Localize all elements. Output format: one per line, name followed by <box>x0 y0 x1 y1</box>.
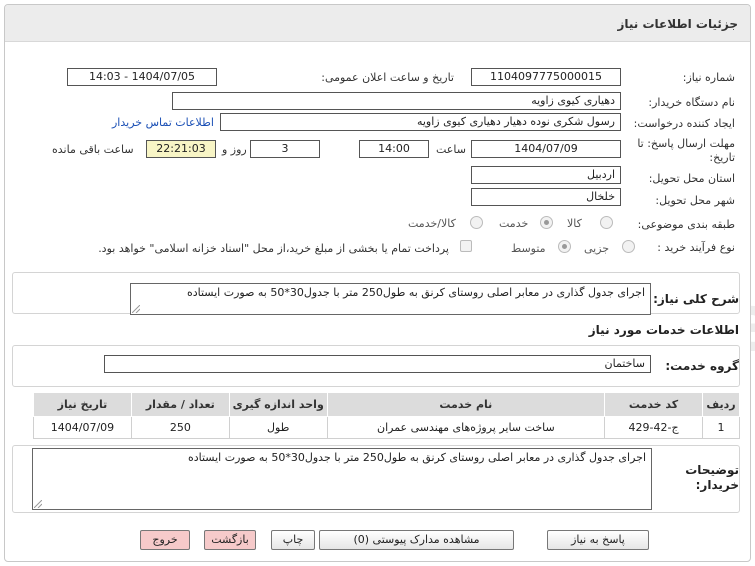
buyer-notes-label-2: خریدار: <box>695 478 739 492</box>
col-need-date: تاریخ نیاز <box>33 392 132 417</box>
col-unit: واحد اندازه گیری <box>228 392 328 417</box>
cell-row-number: 1 <box>701 416 741 439</box>
remaining-time-field: 22:21:03 <box>146 140 216 158</box>
print-button[interactable]: چاپ <box>271 530 315 550</box>
col-service-code: کد خدمت <box>604 392 703 417</box>
process-option-medium: متوسط <box>511 242 546 255</box>
summary-text: اجرای جدول گذاری در معابر اصلی روستای کر… <box>186 286 645 299</box>
creator-label: ایجاد کننده درخواست: <box>633 117 735 130</box>
creator-field: رسول شکری نوده دهیار دهیاری کیوی زاویه <box>220 113 621 131</box>
col-quantity: تعداد / مقدار <box>130 392 230 417</box>
resize-grip-icon[interactable] <box>34 500 42 508</box>
treasury-checkbox[interactable] <box>460 240 472 252</box>
process-label: نوع فرآیند خرید : <box>657 241 735 254</box>
services-heading: اطلاعات خدمات مورد نیاز <box>588 323 739 337</box>
service-group-field: ساختمان <box>104 355 651 373</box>
exit-button[interactable]: خروج <box>140 530 190 550</box>
category-option-goods-service: کالا/خدمت <box>408 217 456 230</box>
cell-unit: طول <box>228 416 328 439</box>
buyer-notes-label: توضیحات <box>685 463 739 477</box>
deadline-time-label: ساعت <box>436 143 466 156</box>
buyer-contact-link[interactable]: اطلاعات تماس خریدار <box>112 116 214 129</box>
buyer-notes-textarea: اجرای جدول گذاری در معابر اصلی روستای کر… <box>32 448 652 510</box>
province-field: اردبیل <box>471 166 621 184</box>
process-radio-minor[interactable] <box>622 240 635 253</box>
need-number-label: شماره نیاز: <box>682 71 735 84</box>
province-label: استان محل تحویل: <box>648 172 735 185</box>
remaining-time-label: ساعت باقی مانده <box>52 143 134 156</box>
announce-field: 1404/07/05 - 14:03 <box>67 68 217 86</box>
buyer-notes-text: اجرای جدول گذاری در معابر اصلی روستای کر… <box>187 451 646 464</box>
category-label: طبقه بندی موضوعی: <box>637 218 735 231</box>
cell-service-code: ج-42-429 <box>604 416 703 439</box>
service-group-label: گروه خدمت: <box>665 359 739 373</box>
city-label: شهر محل تحویل: <box>655 194 735 207</box>
deadline-date-field: 1404/07/09 <box>471 140 621 158</box>
reply-button[interactable]: پاسخ به نیاز <box>547 530 649 550</box>
category-radio-goods-service[interactable] <box>470 216 483 229</box>
col-row-number: ردیف <box>701 392 741 417</box>
announce-label: تاریخ و ساعت اعلان عمومی: <box>321 71 454 84</box>
cell-service-name: ساخت سایر پروژه‌های مهندسی عمران <box>326 416 606 439</box>
summary-textarea: اجرای جدول گذاری در معابر اصلی روستای کر… <box>130 283 651 315</box>
category-radio-service[interactable] <box>540 216 553 229</box>
process-radio-medium[interactable] <box>558 240 571 253</box>
city-field: خلخال <box>471 188 621 206</box>
table-header-row: تاریخ نیاز تعداد / مقدار واحد اندازه گیر… <box>33 392 741 417</box>
category-radio-goods[interactable] <box>600 216 613 229</box>
services-table: تاریخ نیاز تعداد / مقدار واحد اندازه گیر… <box>33 392 741 439</box>
deadline-date-label: تاریخ: <box>709 151 735 164</box>
col-service-name: نام خدمت <box>326 392 606 417</box>
table-row: 1404/07/09 250 طول ساخت سایر پروژه‌های م… <box>33 416 741 439</box>
process-option-minor: جزیی <box>584 242 610 255</box>
category-option-service: خدمت <box>499 217 529 230</box>
summary-label: شرح کلی نیاز: <box>653 292 739 306</box>
days-label: روز و <box>222 143 247 156</box>
attachments-button[interactable]: مشاهده مدارک پیوستی (0) <box>319 530 514 550</box>
deadline-label: مهلت ارسال پاسخ: تا <box>637 137 735 150</box>
resize-grip-icon[interactable] <box>132 305 140 313</box>
need-number-field: 1104097775000015 <box>471 68 621 86</box>
panel-header: جزئیات اطلاعات نیاز <box>5 5 750 42</box>
payment-note: پرداخت تمام یا بخشی از مبلغ خرید،از محل … <box>98 242 449 255</box>
panel-title: جزئیات اطلاعات نیاز <box>617 17 738 31</box>
days-field: 3 <box>250 140 320 158</box>
cell-quantity: 250 <box>130 416 230 439</box>
cell-need-date: 1404/07/09 <box>33 416 132 439</box>
category-option-goods: کالا <box>567 217 582 230</box>
buyer-org-label: نام دستگاه خریدار: <box>648 96 735 109</box>
back-button[interactable]: بازگشت <box>204 530 256 550</box>
buyer-org-field: دهیاری کیوی زاویه <box>172 92 621 110</box>
deadline-time-field: 14:00 <box>359 140 429 158</box>
